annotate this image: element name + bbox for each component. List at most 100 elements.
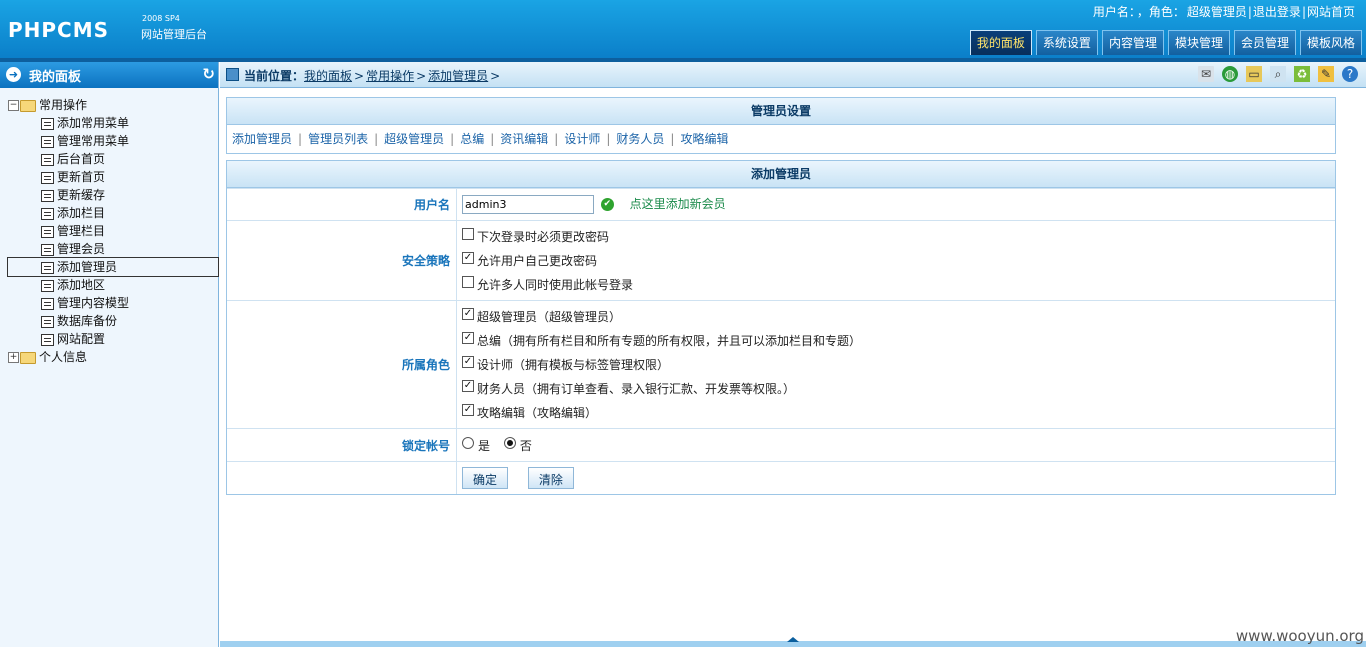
option-label: 允许多人同时使用此帐号登录 <box>477 277 634 292</box>
link-super-admin[interactable]: 超级管理员 <box>384 132 444 146</box>
settings-box: 管理员设置 添加管理员 | 管理员列表 | 超级管理员 | 总编 | 资讯编辑 | 设计师 | 财务人员… <box>226 97 1336 154</box>
add-member-link[interactable]: 点这里添加新会员 <box>630 197 726 211</box>
globe-icon[interactable]: ◍ <box>1222 66 1238 82</box>
checkbox-allow-multi-login[interactable] <box>462 276 474 288</box>
folder-icon <box>20 351 36 364</box>
checkbox-must-change-password[interactable] <box>462 228 474 240</box>
sidebar-item-label: 添加地区 <box>57 278 106 292</box>
caret-up-icon[interactable] <box>787 637 799 642</box>
sidebar-item-add-admin[interactable]: 添加管理员 <box>7 257 219 277</box>
tab-content-management[interactable]: 内容管理 <box>1101 30 1164 55</box>
sidebar-item-update-home[interactable]: 更新首页 <box>8 168 218 186</box>
settings-links: 添加管理员 | 管理员列表 | 超级管理员 | 总编 | 资讯编辑 | 设计师 | 财务人员 | 攻略编辑 <box>227 125 1335 153</box>
sidebar-item-update-cache[interactable]: 更新缓存 <box>8 186 218 204</box>
tab-system-settings[interactable]: 系统设置 <box>1035 30 1098 55</box>
link-editor-in-chief[interactable]: 总编 <box>460 132 484 146</box>
link-news-editor[interactable]: 资讯编辑 <box>500 132 548 146</box>
checkbox-role-finance[interactable]: ✓ <box>462 380 474 392</box>
sidebar-item-admin-home[interactable]: 后台首页 <box>8 150 218 168</box>
breadcrumb-item-my-panel[interactable]: 我的面板 <box>304 69 352 83</box>
username-input[interactable] <box>462 195 594 214</box>
page-icon <box>41 297 54 310</box>
link-admin-list[interactable]: 管理员列表 <box>308 132 368 146</box>
submit-button[interactable]: 确定 <box>462 466 509 489</box>
chevron-right-icon: > <box>354 69 365 83</box>
security-option[interactable]: 允许多人同时使用此帐号登录 <box>462 273 1334 297</box>
sidebar-item-add-region[interactable]: 添加地区 <box>8 276 218 294</box>
expand-icon[interactable]: + <box>8 352 19 363</box>
checkbox-allow-change-password[interactable]: ✓ <box>462 252 474 264</box>
sidebar-item-add-category[interactable]: 添加栏目 <box>8 204 218 222</box>
refresh-icon[interactable]: ↻ <box>202 65 215 83</box>
folder-icon[interactable]: ▭ <box>1246 66 1262 82</box>
tab-member-management[interactable]: 会员管理 <box>1233 30 1296 55</box>
breadcrumb-item-add-admin[interactable]: 添加管理员 <box>428 69 488 83</box>
link-finance[interactable]: 财务人员 <box>616 132 664 146</box>
sidebar-item-manage-category[interactable]: 管理栏目 <box>8 222 218 240</box>
role-option[interactable]: ✓ 财务人员（拥有订单查看、录入银行汇款、开发票等权限。） <box>462 377 1334 401</box>
radio-lock-no[interactable] <box>503 437 516 449</box>
security-option[interactable]: 下次登录时必须更改密码 <box>462 225 1334 249</box>
link-designer[interactable]: 设计师 <box>564 132 600 146</box>
buttons-label-cell <box>227 461 457 494</box>
radio-lock-yes[interactable] <box>462 437 474 449</box>
page-icon <box>41 261 54 274</box>
sidebar-item-manage-models[interactable]: 管理内容模型 <box>8 294 218 312</box>
checkbox-role-editor-in-chief[interactable]: ✓ <box>462 332 474 344</box>
mail-icon[interactable]: ✉ <box>1198 66 1214 82</box>
checkbox-role-super-admin[interactable]: ✓ <box>462 308 474 320</box>
search-icon[interactable]: ⌕ <box>1270 66 1286 82</box>
sidebar-item-add-menu[interactable]: 添加常用菜单 <box>8 114 218 132</box>
tab-my-panel[interactable]: 我的面板 <box>969 30 1032 55</box>
clear-button[interactable]: 清除 <box>527 466 574 489</box>
page-icon <box>41 171 54 184</box>
checkbox-role-designer[interactable]: ✓ <box>462 356 474 368</box>
role-option[interactable]: ✓ 总编（拥有所有栏目和所有专题的所有权限，并且可以添加栏目和专题） <box>462 329 1334 353</box>
main-nav: 我的面板 系统设置 内容管理 模块管理 会员管理 模板风格 <box>966 30 1362 55</box>
form-title: 添加管理员 <box>227 161 1335 188</box>
checkbox-role-guide-editor[interactable]: ✓ <box>462 404 474 416</box>
link-guide-editor[interactable]: 攻略编辑 <box>680 132 728 146</box>
option-label: 总编（拥有所有栏目和所有专题的所有权限，并且可以添加栏目和专题） <box>477 333 862 348</box>
logout-link[interactable]: 退出登录 <box>1253 5 1301 19</box>
sidebar-item-label: 更新首页 <box>57 170 106 184</box>
form-table: 用户名 ✔ 点这里添加新会员 安全策略 下次登录时必须更改密码 ✓允许用户自己更… <box>227 188 1335 494</box>
role-value: 超级管理员 <box>1186 5 1247 19</box>
folder-icon <box>20 99 36 112</box>
site-home-link[interactable]: 网站首页 <box>1307 5 1355 19</box>
page-icon <box>41 207 54 220</box>
recycle-icon[interactable]: ♻ <box>1294 66 1310 82</box>
link-divider: | <box>554 132 559 146</box>
page-icon <box>41 189 54 202</box>
link-add-admin[interactable]: 添加管理员 <box>232 132 292 146</box>
page-icon <box>41 135 54 148</box>
row-roles: 所属角色 ✓ 超级管理员（超级管理员） ✓ 总编（拥有所有栏目和所有专题的所有权限，… <box>227 300 1335 429</box>
breadcrumb-label: 当前位置： <box>244 69 305 83</box>
username-cell: ✔ 点这里添加新会员 <box>456 188 1335 221</box>
sidebar-item-manage-members[interactable]: 管理会员 <box>8 240 218 258</box>
sidebar-item-site-config[interactable]: 网站配置 <box>8 330 218 348</box>
sidebar-item-manage-menu[interactable]: 管理常用菜单 <box>8 132 218 150</box>
security-option[interactable]: ✓ 允许用户自己更改密码 <box>462 249 1334 273</box>
lock-no-label: 否 <box>519 438 532 453</box>
breadcrumb-item-common[interactable]: 常用操作 <box>366 69 414 83</box>
tree-group-personal[interactable]: + 个人信息 <box>8 348 218 366</box>
tab-template-style[interactable]: 模板风格 <box>1299 30 1362 55</box>
notepad-icon[interactable]: ✎ <box>1318 66 1334 82</box>
collapse-icon[interactable]: − <box>8 100 19 111</box>
tree-group-common[interactable]: − 常用操作 <box>8 96 218 114</box>
sidebar-item-label: 管理内容模型 <box>57 296 130 310</box>
sidebar-item-db-backup[interactable]: 数据库备份 <box>8 312 218 330</box>
link-divider: | <box>450 132 455 146</box>
role-option[interactable]: ✓ 超级管理员（超级管理员） <box>462 305 1334 329</box>
lock-yes-label: 是 <box>478 438 491 453</box>
security-label: 安全策略 <box>227 220 457 301</box>
role-option[interactable]: ✓ 设计师（拥有模板与标签管理权限） <box>462 353 1334 377</box>
settings-title: 管理员设置 <box>227 98 1335 125</box>
role-option[interactable]: ✓ 攻略编辑（攻略编辑） <box>462 401 1334 425</box>
help-icon[interactable]: ? <box>1342 66 1358 82</box>
check-icon: ✔ <box>600 198 614 211</box>
link-divider: | <box>606 132 611 146</box>
main-panel: 管理员设置 添加管理员 | 管理员列表 | 超级管理员 | 总编 | 资讯编辑 | 设计师 | 财务人员… <box>226 97 1336 495</box>
tab-module-management[interactable]: 模块管理 <box>1167 30 1230 55</box>
